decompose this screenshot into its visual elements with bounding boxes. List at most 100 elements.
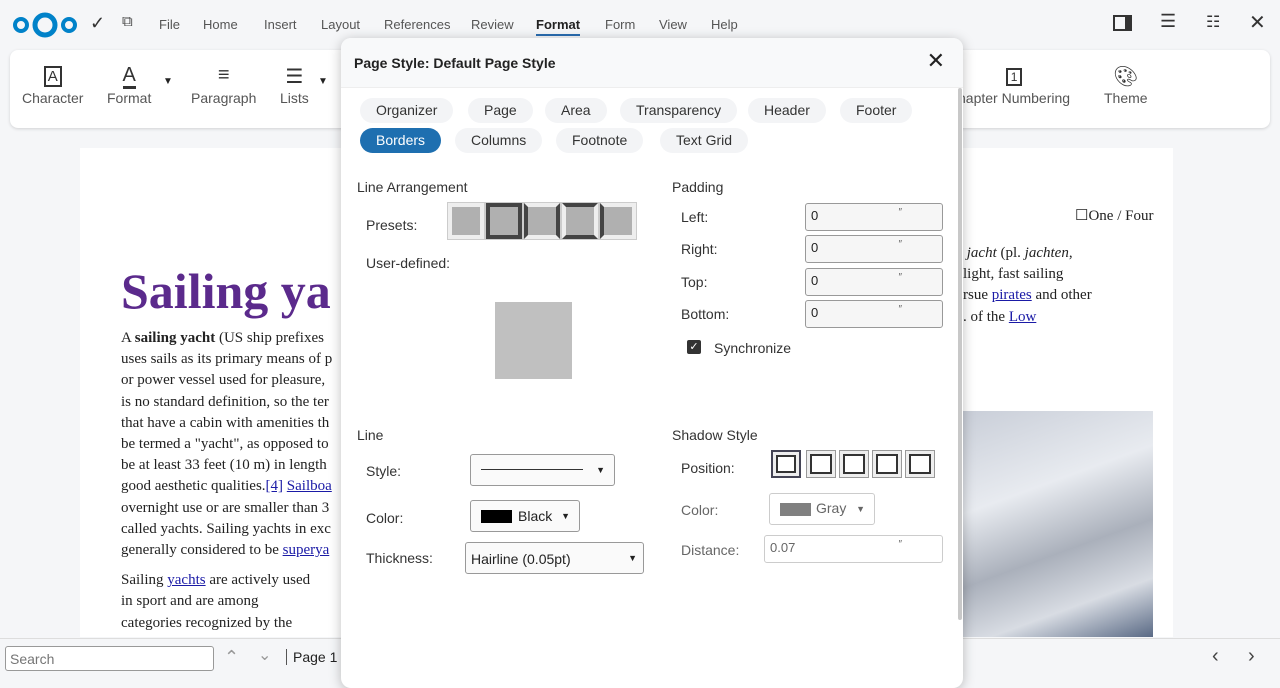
pirates-link[interactable]: pirates [992, 287, 1032, 303]
chapter-numbering-label: hapter Numbering [958, 90, 1071, 106]
search-down-icon[interactable]: ⌄ [258, 645, 271, 665]
sailboat-link[interactable]: Sailboa [287, 478, 332, 494]
dialog-title: Page Style: Default Page Style [354, 55, 556, 71]
padding-right-field[interactable]: 0 ″ [805, 235, 943, 263]
shadow-top-right[interactable] [839, 450, 869, 478]
format-button[interactable]: A Format [107, 64, 151, 106]
preset-none[interactable] [447, 202, 485, 240]
chevron-down-icon: ▼ [628, 553, 637, 563]
tab-columns[interactable]: Columns [455, 128, 543, 153]
padding-left-field[interactable]: 0 ″ [805, 203, 943, 231]
character-button[interactable]: A Character [22, 64, 83, 106]
navigator-icon[interactable]: ☰ [1160, 11, 1176, 32]
padding-heading: Padding [672, 179, 724, 195]
shadow-color-label: Color: [681, 502, 719, 518]
dialog-scrollbar[interactable] [958, 88, 962, 620]
padding-right-label: Right: [681, 241, 718, 257]
low-countries-link[interactable]: Low [1009, 309, 1037, 325]
menu-form[interactable]: Form [605, 17, 635, 32]
synchronize-checkbox[interactable]: ✓ [687, 340, 701, 354]
citation-link[interactable]: [4] [266, 478, 284, 494]
toolbar-mode-icon[interactable]: ☷ [1206, 12, 1220, 32]
color-swatch [481, 510, 512, 523]
paragraph-button[interactable]: ≡ Paragraph [191, 64, 256, 106]
line-heading: Line [357, 427, 384, 443]
line-style-select[interactable]: ▼ [470, 454, 615, 486]
format-label: Format [107, 90, 152, 106]
tab-header[interactable]: Header [748, 98, 826, 123]
preset-box[interactable] [485, 202, 523, 240]
tab-borders[interactable]: Borders [360, 128, 442, 153]
preset-left[interactable] [599, 202, 637, 240]
menu-references[interactable]: References [384, 17, 450, 32]
sidebar-toggle-icon[interactable] [1113, 15, 1132, 31]
line-thickness-select[interactable]: Hairline (0.05pt) ▼ [465, 542, 644, 574]
shadow-color-select[interactable]: Gray ▼ [769, 493, 875, 525]
padding-left-label: Left: [681, 209, 709, 225]
character-label: Character [22, 90, 84, 106]
format-icon: A [107, 64, 151, 90]
padding-bottom-label: Bottom: [681, 306, 730, 322]
search-input[interactable] [5, 646, 214, 671]
open-external-icon[interactable]: ⧉ [122, 13, 133, 30]
menu-review[interactable]: Review [471, 17, 514, 32]
shadow-distance-label: Distance: [681, 542, 740, 558]
shadow-bottom-right[interactable] [806, 450, 836, 478]
menu-layout[interactable]: Layout [321, 17, 360, 32]
close-dialog-icon[interactable]: ✕ [927, 48, 945, 74]
menu-home[interactable]: Home [203, 17, 238, 32]
tab-transparency[interactable]: Transparency [620, 98, 738, 123]
next-page-icon[interactable]: › [1248, 645, 1255, 668]
yachts-link[interactable]: yachts [167, 572, 205, 588]
tab-footer[interactable]: Footer [840, 98, 913, 123]
padding-top-field[interactable]: 0 ″ [805, 268, 943, 296]
line-color-select[interactable]: Black ▼ [470, 500, 580, 532]
menu-view[interactable]: View [659, 17, 687, 32]
saved-check-icon: ✓ [90, 13, 106, 33]
theme-label: Theme [1104, 90, 1148, 106]
theme-button[interactable]: 🎨︎ Theme [1104, 64, 1148, 106]
palette-icon: 🎨︎ [1113, 66, 1139, 88]
tab-organizer[interactable]: Organizer [360, 98, 454, 123]
chapter-numbering-icon: 1 [958, 64, 1070, 90]
padding-bottom-field[interactable]: 0 ″ [805, 300, 943, 328]
user-defined-border-area[interactable] [475, 282, 593, 396]
preset-left-right[interactable] [523, 202, 561, 240]
menu-insert[interactable]: Insert [264, 17, 297, 32]
padding-top-label: Top: [681, 274, 708, 290]
shadow-bottom-left[interactable] [872, 450, 902, 478]
user-defined-label: User-defined: [366, 255, 451, 271]
preset-top-bottom[interactable] [561, 202, 599, 240]
sail-photo [963, 411, 1153, 637]
menu-format[interactable]: Format [536, 17, 581, 36]
menu-help[interactable]: Help [711, 17, 738, 32]
tab-text-grid[interactable]: Text Grid [660, 128, 749, 153]
shadow-top-left[interactable] [905, 450, 935, 478]
paragraph-icon: ≡ [217, 64, 230, 86]
header-page-field: ☐One / Four [1075, 208, 1154, 224]
close-document-icon[interactable]: ✕ [1249, 10, 1266, 35]
tab-area[interactable]: Area [545, 98, 607, 123]
chevron-down-icon: ▼ [856, 504, 865, 514]
nextcloud-logo [13, 12, 77, 38]
line-style-label: Style: [366, 463, 402, 479]
character-icon: A [22, 64, 83, 90]
lists-button[interactable]: ☰ Lists [280, 64, 309, 106]
body-paragraph-1: A sailing yacht (US ship prefixes uses s… [121, 330, 333, 631]
chapter-numbering-button[interactable]: 1 hapter Numbering [958, 64, 1070, 106]
shadow-distance-field[interactable]: 0.07 ″ [764, 535, 943, 563]
body-paragraph-right: jacht (pl. jachten, light, fast sailing … [963, 245, 1092, 325]
format-dropdown-icon[interactable]: ▼ [163, 76, 173, 87]
line-arrangement-heading: Line Arrangement [357, 179, 468, 195]
lists-dropdown-icon[interactable]: ▼ [318, 76, 328, 87]
shadow-style-heading: Shadow Style [672, 427, 758, 443]
search-up-icon[interactable]: ⌃ [224, 647, 239, 668]
shadow-none[interactable] [771, 450, 801, 478]
superyacht-link[interactable]: superya [283, 542, 330, 558]
tab-footnote[interactable]: Footnote [556, 128, 644, 153]
tab-page[interactable]: Page [468, 98, 533, 123]
prev-page-icon[interactable]: ‹ [1212, 645, 1219, 668]
menu-file[interactable]: File [159, 17, 180, 32]
line-color-label: Color: [366, 510, 404, 526]
chevron-down-icon: ▼ [596, 465, 605, 475]
